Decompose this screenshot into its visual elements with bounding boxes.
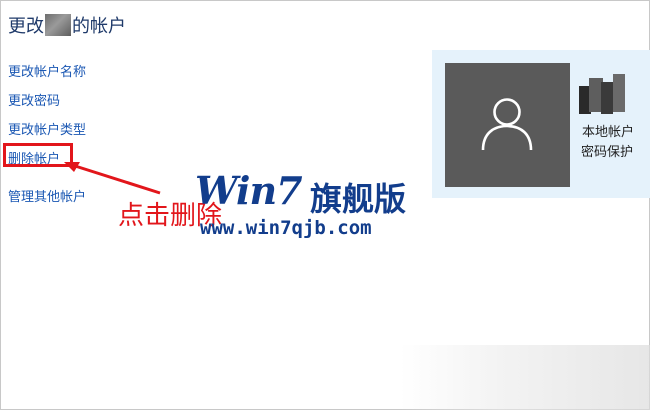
- watermark-flagship: 旗舰版: [310, 180, 407, 218]
- watermark-logo: Win7 旗舰版 www.win7qjb.com: [192, 168, 432, 242]
- user-silhouette-icon: [481, 98, 533, 151]
- account-password-state: 密码保护: [581, 145, 634, 160]
- watermark-url: www.win7qjb.com: [200, 217, 372, 239]
- account-type-label: 本地帐户: [582, 125, 635, 140]
- avatar: [445, 63, 570, 187]
- corner-watermark: [400, 345, 650, 410]
- watermark-brand: Win7: [195, 168, 303, 213]
- redacted-username-mark: [579, 74, 625, 114]
